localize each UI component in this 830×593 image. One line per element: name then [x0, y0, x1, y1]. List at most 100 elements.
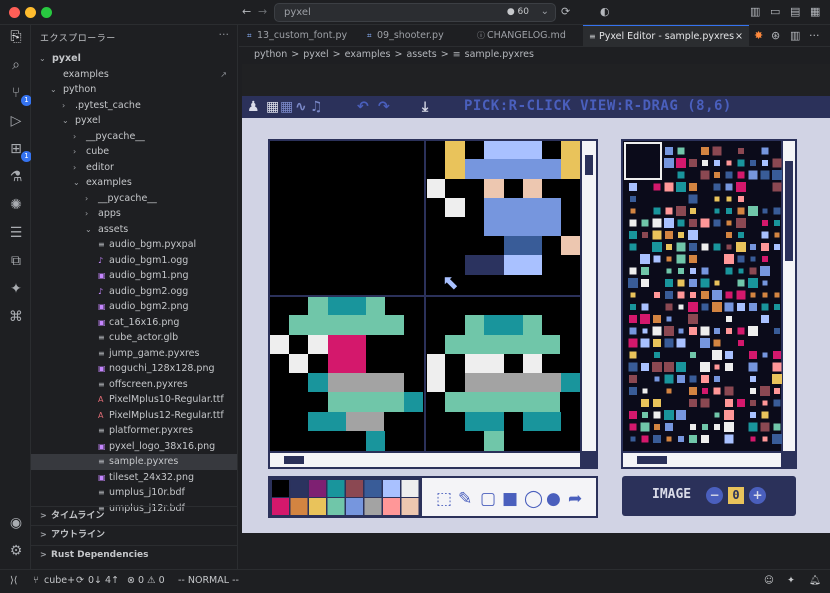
sprite-canvas[interactable]: ⬉ [270, 141, 596, 467]
palette-color-swatch[interactable] [383, 498, 400, 515]
python-icon[interactable]: ⌘ [6, 307, 26, 327]
explorer-icon[interactable]: ⎘ [6, 27, 26, 47]
tree-item[interactable]: › editor [31, 160, 237, 176]
account-icon[interactable]: ◐ [600, 5, 610, 18]
music-editor-icon[interactable]: ♫ [310, 99, 323, 115]
tree-item[interactable]: A PixelMplus12-Regular.ttf [31, 408, 237, 424]
tree-item[interactable]: ⌄ python [31, 82, 237, 98]
redo-icon[interactable]: ↷ [378, 99, 390, 115]
palette-color-swatch[interactable] [383, 480, 400, 497]
breadcrumb-file[interactable]: sample.pyxres [465, 49, 534, 60]
tree-item[interactable]: ▣ tileset_24x32.png [31, 470, 237, 486]
chevron-down-icon[interactable]: ⌄ [541, 6, 549, 17]
toggle-sidebar-icon[interactable]: ▥ [750, 5, 760, 18]
copilot-status-icon[interactable]: ☺ [764, 575, 774, 586]
tab-pyxel-editor[interactable]: ≡ Pyxel Editor - sample.pyxres × [583, 25, 749, 47]
palette-color-swatch[interactable] [272, 480, 289, 497]
tree-item[interactable]: ⌄ examples [31, 175, 237, 191]
decrease-image-button[interactable]: − [706, 487, 723, 504]
tree-item[interactable]: ▣ noguchi_128x128.png [31, 361, 237, 377]
maximize-window-button[interactable] [41, 7, 52, 18]
git-sync-status[interactable]: 0↓ 4↑ [88, 575, 119, 586]
tree-item[interactable]: ▣ audio_bgm1.png [31, 268, 237, 284]
sound-editor-icon[interactable]: ∿ [295, 99, 307, 115]
palette-color-swatch[interactable] [272, 498, 289, 515]
tree-item[interactable]: ≡ offscreen.pyxres [31, 377, 237, 393]
breadcrumb-examples[interactable]: examples [345, 49, 391, 60]
tree-item[interactable]: ⌄ pyxel [31, 113, 237, 129]
split-editor-icon[interactable]: ▥ [790, 29, 800, 42]
palette-color-swatch[interactable] [364, 498, 382, 515]
pyxel-mascot-icon[interactable]: ♟ [247, 99, 260, 115]
tree-item[interactable]: ⌄ pyxel [31, 51, 237, 67]
more-actions-icon[interactable]: ··· [809, 29, 820, 42]
tab-changelog[interactable]: ⓘ CHANGELOG.md [473, 25, 581, 47]
palette-color-swatch[interactable] [309, 480, 326, 497]
undo-icon[interactable]: ↶ [357, 99, 369, 115]
tilemap-editor-icon[interactable]: ▦ [280, 99, 293, 115]
git-branch[interactable]: cube+ [44, 575, 75, 586]
breadcrumb-python[interactable]: python [254, 49, 287, 60]
run-debug-icon[interactable]: ▷ [6, 111, 26, 131]
command-center-search[interactable]: pyxel ● 60 ⌄ [274, 3, 556, 22]
tree-item[interactable]: ▣ pyxel_logo_38x16.png [31, 439, 237, 455]
tree-item[interactable]: ≡ sample.pyxres [31, 454, 237, 470]
tree-item[interactable]: › __pycache__ [31, 191, 237, 207]
circle-outline-tool-icon[interactable]: ◯ [524, 489, 543, 509]
increase-image-button[interactable]: + [749, 487, 766, 504]
copilot-icon[interactable]: ⊛ [771, 29, 780, 42]
tree-item[interactable]: › apps [31, 206, 237, 222]
extensions-icon[interactable]: ⊞ 1 [6, 139, 32, 162]
tree-item[interactable]: › __pycache__ [31, 129, 237, 145]
close-window-button[interactable] [9, 7, 20, 18]
minimize-window-button[interactable] [25, 7, 36, 18]
remote-icon[interactable]: ⟩⟨ [10, 575, 17, 586]
copilot-icon[interactable]: ⟳ [561, 5, 570, 18]
tree-item[interactable]: › cube [31, 144, 237, 160]
rect-outline-tool-icon[interactable]: ▢ [480, 489, 496, 509]
more-actions-icon[interactable]: ··· [219, 28, 230, 41]
layout-icon[interactable]: ▦ [810, 5, 820, 18]
section-timeline[interactable]: > タイムライン [31, 506, 237, 525]
tree-item[interactable]: ♪ audio_bgm1.ogg [31, 253, 237, 269]
palette-color-swatch[interactable] [290, 498, 308, 515]
forward-arrow-icon[interactable]: → [258, 5, 267, 18]
settings-gear-icon[interactable]: ⚙ [6, 541, 26, 561]
image-bank-canvas[interactable] [623, 141, 795, 467]
palette-color-swatch[interactable] [327, 480, 345, 497]
tree-item[interactable]: ≡ cube_actor.glb [31, 330, 237, 346]
source-control-icon[interactable]: ⑂ 1 [6, 83, 32, 106]
pyxel-run-icon[interactable]: ✸ [754, 29, 763, 42]
tree-item[interactable]: › .pytest_cache [31, 98, 237, 114]
tree-item[interactable]: ♪ audio_bgm2.ogg [31, 284, 237, 300]
palette-swatches[interactable]: ⬚ ✎ ▢ ■ ◯ ● ➦ [270, 478, 596, 516]
pen-tool-icon[interactable]: ✎ [458, 489, 472, 509]
problems-status[interactable]: ⊗ 0 ⚠ 0 [127, 575, 165, 586]
save-download-icon[interactable]: ⤓ [422, 99, 428, 115]
section-rust-dependencies[interactable]: > Rust Dependencies [31, 545, 237, 564]
palette-color-swatch[interactable] [401, 498, 419, 515]
tree-item[interactable]: ⌄ assets [31, 222, 237, 238]
section-outline[interactable]: > アウトライン [31, 525, 237, 544]
palette-color-swatch[interactable] [309, 498, 326, 515]
palette-color-swatch[interactable] [401, 480, 419, 497]
palette-color-swatch[interactable] [364, 480, 382, 497]
image-editor-icon[interactable]: ▦ [266, 99, 279, 115]
tree-item[interactable]: ≡ umplus_j10r.bdf [31, 485, 237, 501]
tree-item[interactable]: ▣ cat_16x16.png [31, 315, 237, 331]
search-icon[interactable]: ⌕ [6, 55, 26, 75]
toggle-secondary-sidebar-icon[interactable]: ▤ [790, 5, 800, 18]
tab-custom-font[interactable]: ⌗ 13_custom_font.py [243, 25, 361, 47]
tree-item[interactable]: ▣ audio_bgm2.png [31, 299, 237, 315]
palette-color-swatch[interactable] [346, 498, 363, 515]
copilot-chat-icon[interactable]: ✦ [6, 279, 26, 299]
tree-item[interactable]: ≡ platformer.pyxres [31, 423, 237, 439]
breadcrumb-pyxel[interactable]: pyxel [303, 49, 328, 60]
tree-item[interactable]: examples ↗ [31, 67, 237, 83]
palette-color-swatch[interactable] [327, 498, 345, 515]
toggle-panel-icon[interactable]: ▭ [770, 5, 780, 18]
palette-color-swatch[interactable] [290, 480, 308, 497]
back-arrow-icon[interactable]: ← [242, 5, 251, 18]
account-icon[interactable]: ◉ [6, 513, 26, 533]
tree-item[interactable]: A PixelMplus10-Regular.ttf [31, 392, 237, 408]
